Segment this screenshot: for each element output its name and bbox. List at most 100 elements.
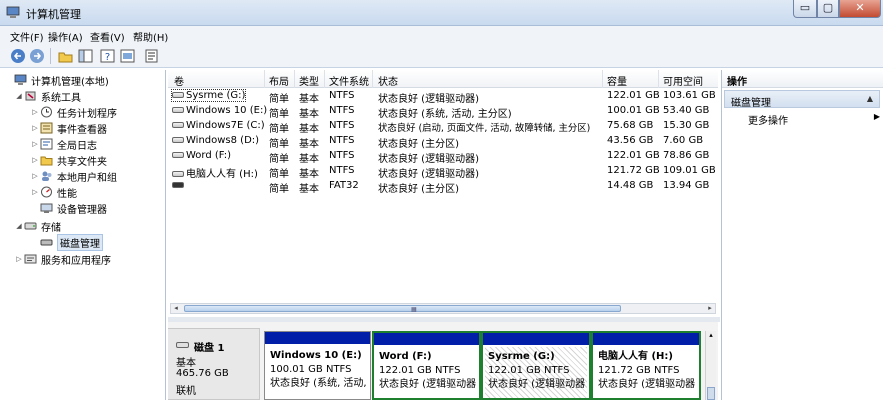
- partition-block[interactable]: Windows 10 (E:) 100.01 GB NTFS 状态良好 (系统,…: [264, 331, 371, 400]
- tree-item-disk-management[interactable]: 磁盘管理: [30, 233, 103, 251]
- partition-size: 122.01 GB NTFS: [379, 365, 461, 376]
- column-divider[interactable]: [324, 70, 325, 88]
- column-divider[interactable]: [658, 70, 659, 88]
- column-divider[interactable]: [372, 70, 373, 88]
- partition-block[interactable]: Sysrme (G:) 122.01 GB NTFS 状态良好 (逻辑驱动器: [481, 331, 591, 400]
- more-actions-label: 更多操作: [748, 116, 788, 127]
- column-header-capacity[interactable]: 容量: [607, 73, 627, 88]
- partition-name: Sysrme (G:): [488, 351, 555, 362]
- volume-capacity: 121.72 GB: [607, 165, 660, 176]
- scroll-thumb[interactable]: ▦: [184, 305, 621, 313]
- tree-label: 存储: [41, 222, 61, 234]
- column-divider[interactable]: [264, 70, 265, 88]
- partition-color-bar: [483, 333, 589, 345]
- disk-info-panel[interactable]: 磁盘 1 基本 465.76 GB 联机: [168, 328, 260, 400]
- volume-name-text: Word (F:): [186, 150, 232, 161]
- show-hide-tree-icon[interactable]: [77, 48, 94, 64]
- column-header-free-space[interactable]: 可用空间: [663, 73, 703, 88]
- tree-item-shared-folders[interactable]: ▷ 共享文件夹: [30, 152, 107, 168]
- partition-block[interactable]: Word (F:) 122.01 GB NTFS 状态良好 (逻辑驱动器): [372, 331, 481, 400]
- column-divider[interactable]: [294, 70, 295, 88]
- window-title: 计算机管理: [26, 8, 81, 21]
- volume-row[interactable]: Word (F:) 简单 基本 NTFS 状态良好 (逻辑驱动器) 122.01…: [168, 149, 718, 165]
- tree-item-services-apps[interactable]: ▷ 服务和应用程序: [14, 251, 111, 267]
- volume-row[interactable]: Windows7E (C:) 简单 基本 NTFS 状态良好 (启动, 页面文件…: [168, 119, 718, 135]
- menu-action[interactable]: 操作(A): [48, 29, 83, 44]
- drive-icon: [172, 171, 184, 177]
- tree-item-global-log[interactable]: ▷ 全局日志: [30, 136, 97, 152]
- tree-item-device-manager[interactable]: 设备管理器: [30, 200, 107, 216]
- volume-type: 基本: [299, 109, 319, 120]
- volume-type: 基本: [299, 169, 319, 180]
- close-button[interactable]: ✕: [839, 0, 881, 18]
- volume-row[interactable]: 电脑人人有 (H:) 简单 基本 NTFS 状态良好 (逻辑驱动器) 121.7…: [168, 164, 718, 180]
- menu-view[interactable]: 查看(V): [90, 29, 125, 44]
- tree-item-event-viewer[interactable]: ▷ 事件查看器: [30, 120, 107, 136]
- volume-row[interactable]: Windows8 (D:) 简单 基本 NTFS 状态良好 (主分区) 43.5…: [168, 134, 718, 150]
- column-header-volume[interactable]: 卷: [174, 73, 184, 88]
- grip-icon: ▦: [411, 306, 417, 313]
- scroll-thumb[interactable]: [707, 387, 715, 400]
- vertical-scrollbar[interactable]: ▴: [705, 331, 716, 400]
- forward-arrow-icon[interactable]: [29, 48, 46, 64]
- tree-item-local-users[interactable]: ▷ 本地用户和组: [30, 168, 117, 184]
- horizontal-scrollbar[interactable]: ◂ ▦ ▸: [170, 303, 716, 314]
- scroll-left-icon[interactable]: ◂: [171, 304, 181, 313]
- volume-layout: 简单: [269, 169, 289, 180]
- back-arrow-icon[interactable]: [10, 48, 27, 64]
- help-icon[interactable]: ?: [99, 48, 116, 64]
- minimize-button[interactable]: ▭: [793, 0, 817, 18]
- disk-type: 基本: [176, 358, 196, 369]
- tree-label: 计算机管理(本地): [31, 76, 109, 88]
- column-header-status[interactable]: 状态: [378, 73, 398, 88]
- tree-item-task-scheduler[interactable]: ▷ 任务计划程序: [30, 104, 117, 120]
- volume-name: [172, 180, 186, 191]
- tree-label: 磁盘管理: [57, 233, 103, 251]
- partition-status: 状态良好 (逻辑驱动器: [488, 379, 586, 390]
- collapsed-arrow-icon: ▷: [32, 156, 38, 164]
- volume-row[interactable]: Sysrme (G:) 简单 基本 NTFS 状态良好 (逻辑驱动器) 122.…: [168, 89, 718, 105]
- tree-item-storage[interactable]: ◢ 存储: [14, 218, 61, 234]
- expanded-arrow-icon: ◢: [16, 92, 22, 100]
- partition-body: 电脑人人有 (H:) 121.72 GB NTFS 状态良好 (逻辑驱动器: [595, 347, 697, 398]
- volume-type: 基本: [299, 154, 319, 165]
- volume-name-text: Windows 10 (E:): [186, 105, 268, 116]
- volume-capacity: 122.01 GB: [607, 90, 660, 101]
- column-header-type[interactable]: 类型: [299, 73, 319, 88]
- volume-capacity: 43.56 GB: [607, 135, 654, 146]
- column-divider[interactable]: [602, 70, 603, 88]
- drive-icon: [172, 92, 184, 98]
- partition-size: 122.01 GB NTFS: [488, 365, 570, 376]
- volume-name-text: Sysrme (G:): [186, 90, 246, 101]
- column-header-layout[interactable]: 布局: [269, 73, 289, 88]
- volume-name: Windows8 (D:): [172, 135, 259, 146]
- collapse-up-icon[interactable]: ▲: [867, 94, 873, 103]
- tree-item-performance[interactable]: ▷ 性能: [30, 184, 77, 200]
- volume-row[interactable]: Windows 10 (E:) 简单 基本 NTFS 状态良好 (系统, 活动,…: [168, 104, 718, 120]
- submenu-arrow-icon: ▶: [873, 112, 880, 121]
- column-header-filesystem[interactable]: 文件系统: [329, 73, 369, 88]
- more-actions-item[interactable]: 更多操作 ▶: [748, 112, 880, 127]
- disk-management-icon: [40, 239, 53, 246]
- users-icon: [42, 171, 52, 181]
- properties-icon[interactable]: [119, 48, 136, 64]
- volume-capacity: 100.01 GB: [607, 105, 660, 116]
- menu-help[interactable]: 帮助(H): [133, 29, 168, 44]
- partition-name: Windows 10 (E:): [270, 350, 362, 361]
- scroll-up-icon[interactable]: ▴: [706, 331, 716, 339]
- tree-label: 服务和应用程序: [41, 255, 111, 267]
- maximize-button[interactable]: ▢: [817, 0, 839, 18]
- actions-section-disk-management[interactable]: 磁盘管理 ▲: [724, 90, 880, 109]
- partition-size: 100.01 GB NTFS: [270, 364, 352, 375]
- volume-layout: 简单: [269, 139, 289, 150]
- scroll-right-icon[interactable]: ▸: [705, 304, 715, 313]
- volume-row[interactable]: 简单 基本 FAT32 状态良好 (主分区) 14.48 GB 13.94 GB: [168, 179, 718, 195]
- tree-item-root[interactable]: 计算机管理(本地): [4, 72, 109, 88]
- tree-item-system-tools[interactable]: ◢ 系统工具: [14, 88, 81, 104]
- partition-status: 状态良好 (逻辑驱动器: [598, 379, 696, 390]
- export-list-icon[interactable]: [143, 48, 160, 64]
- menu-file[interactable]: 文件(F): [10, 29, 44, 44]
- computer-management-icon: [14, 74, 27, 85]
- partition-block[interactable]: 电脑人人有 (H:) 121.72 GB NTFS 状态良好 (逻辑驱动器: [591, 331, 701, 400]
- up-folder-icon[interactable]: [57, 48, 74, 64]
